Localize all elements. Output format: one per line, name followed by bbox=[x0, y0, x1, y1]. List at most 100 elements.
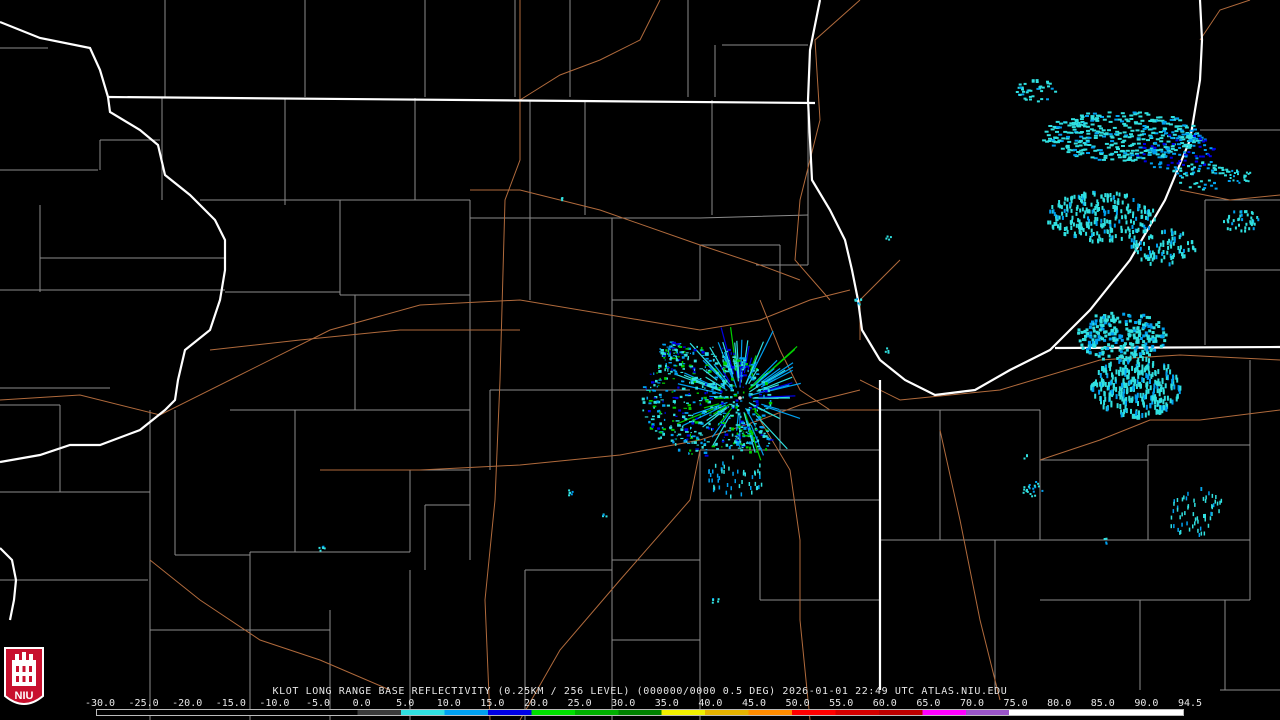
echo-pixel bbox=[1196, 516, 1199, 521]
echo-pixel bbox=[1132, 198, 1135, 202]
echo-pixel bbox=[1101, 337, 1104, 341]
echo-pixel bbox=[1164, 383, 1167, 389]
echo-pixel bbox=[1071, 215, 1074, 220]
echo-pixel bbox=[736, 432, 739, 435]
echo-pixel bbox=[1097, 331, 1100, 335]
echo-pixel bbox=[1167, 151, 1171, 154]
echo-pixel bbox=[740, 400, 743, 402]
echo-pixel bbox=[1220, 498, 1223, 503]
echo-pixel bbox=[663, 418, 666, 421]
echo-pixel bbox=[685, 348, 690, 350]
echo-pixel bbox=[753, 376, 757, 380]
echo-pixel bbox=[884, 350, 887, 353]
echo-pixel bbox=[653, 384, 656, 387]
echo-pixel bbox=[733, 362, 737, 365]
echo-pixel bbox=[1142, 229, 1145, 234]
echo-pixel bbox=[1092, 381, 1095, 387]
echo-pixel bbox=[1090, 123, 1095, 126]
echo-pixel bbox=[690, 366, 692, 369]
echo-pixel bbox=[749, 443, 753, 445]
echo-pixel bbox=[740, 449, 744, 452]
echo-pixel bbox=[1172, 241, 1175, 246]
echo-pixel bbox=[1145, 404, 1148, 410]
echo-pixel bbox=[1104, 133, 1109, 136]
echo-pixel bbox=[641, 397, 645, 401]
echo-pixel bbox=[1090, 202, 1093, 207]
echo-pixel bbox=[1163, 255, 1166, 260]
echo-pixel bbox=[699, 368, 703, 370]
echo-pixel bbox=[1197, 134, 1201, 137]
echo-pixel bbox=[1112, 195, 1115, 200]
echo-pixel bbox=[696, 444, 699, 446]
echo-pixel bbox=[1253, 222, 1256, 226]
echo-pixel bbox=[1149, 162, 1153, 165]
echo-pixel bbox=[1194, 502, 1196, 507]
echo-pixel bbox=[667, 368, 669, 372]
echo-pixel bbox=[1124, 404, 1127, 410]
echo-pixel bbox=[1159, 161, 1163, 164]
echo-pixel bbox=[1103, 346, 1107, 349]
echo-pixel bbox=[681, 351, 684, 354]
echo-pixel bbox=[1161, 230, 1164, 235]
echo-pixel bbox=[730, 486, 732, 491]
echo-pixel bbox=[1181, 512, 1183, 517]
echo-pixel bbox=[1035, 81, 1039, 83]
echo-pixel bbox=[1158, 131, 1163, 133]
echo-pixel bbox=[561, 197, 564, 199]
echo-pixel bbox=[1050, 128, 1055, 131]
echo-pixel bbox=[1046, 134, 1051, 137]
echo-pixel bbox=[855, 299, 858, 302]
echo-pixel bbox=[723, 436, 726, 438]
echo-pixel bbox=[1185, 136, 1190, 139]
echo-pixel bbox=[1128, 156, 1133, 159]
echo-pixel bbox=[1141, 214, 1144, 219]
echo-pixel bbox=[755, 400, 759, 403]
echo-pixel bbox=[672, 349, 677, 351]
echo-pixel bbox=[704, 366, 707, 369]
echo-pixel bbox=[1035, 481, 1038, 483]
echo-pixel bbox=[1060, 205, 1063, 210]
echo-pixel bbox=[1135, 240, 1138, 245]
echo-pixel bbox=[749, 446, 751, 450]
echo-pixel bbox=[1098, 234, 1101, 239]
echo-pixel bbox=[1034, 494, 1037, 497]
echo-pixel bbox=[1188, 144, 1193, 146]
echo-pixel bbox=[1129, 355, 1132, 361]
echo-pixel bbox=[672, 341, 676, 345]
echo-pixel bbox=[729, 384, 733, 387]
echo-pixel bbox=[743, 427, 747, 430]
echo-pixel bbox=[657, 437, 661, 440]
echo-pixel bbox=[706, 391, 708, 394]
echo-pixel bbox=[1168, 134, 1172, 137]
echo-pixel bbox=[657, 410, 659, 413]
echo-pixel bbox=[682, 368, 685, 370]
echo-pixel bbox=[1140, 119, 1145, 122]
echo-pixel bbox=[1063, 201, 1066, 206]
echo-pixel bbox=[1211, 169, 1214, 172]
echo-pixel bbox=[706, 369, 708, 371]
echo-pixel bbox=[1121, 215, 1124, 220]
echo-pixel bbox=[675, 420, 680, 422]
radar-map[interactable] bbox=[0, 0, 1280, 720]
echo-pixel bbox=[1154, 339, 1158, 343]
echo-pixel bbox=[685, 431, 689, 433]
echo-pixel bbox=[1124, 368, 1127, 374]
echo-pixel bbox=[708, 359, 712, 362]
echo-pixel bbox=[1176, 172, 1180, 175]
echo-pixel bbox=[1200, 487, 1202, 491]
echo-pixel bbox=[1145, 346, 1149, 350]
echo-pixel bbox=[720, 402, 724, 405]
echo-pixel bbox=[721, 422, 726, 425]
echo-pixel bbox=[1018, 86, 1022, 89]
echo-pixel bbox=[1090, 156, 1095, 159]
colorbar-tick: 15.0 bbox=[480, 698, 505, 709]
echo-pixel bbox=[1133, 336, 1137, 340]
echo-pixel bbox=[689, 433, 691, 437]
echo-pixel bbox=[1194, 521, 1196, 526]
echo-pixel bbox=[1148, 358, 1150, 364]
echo-pixel bbox=[1224, 174, 1227, 177]
echo-pixel bbox=[1199, 526, 1202, 531]
echo-pixel bbox=[1236, 169, 1238, 172]
echo-pixel bbox=[678, 345, 680, 348]
echo-pixel bbox=[1136, 326, 1140, 330]
